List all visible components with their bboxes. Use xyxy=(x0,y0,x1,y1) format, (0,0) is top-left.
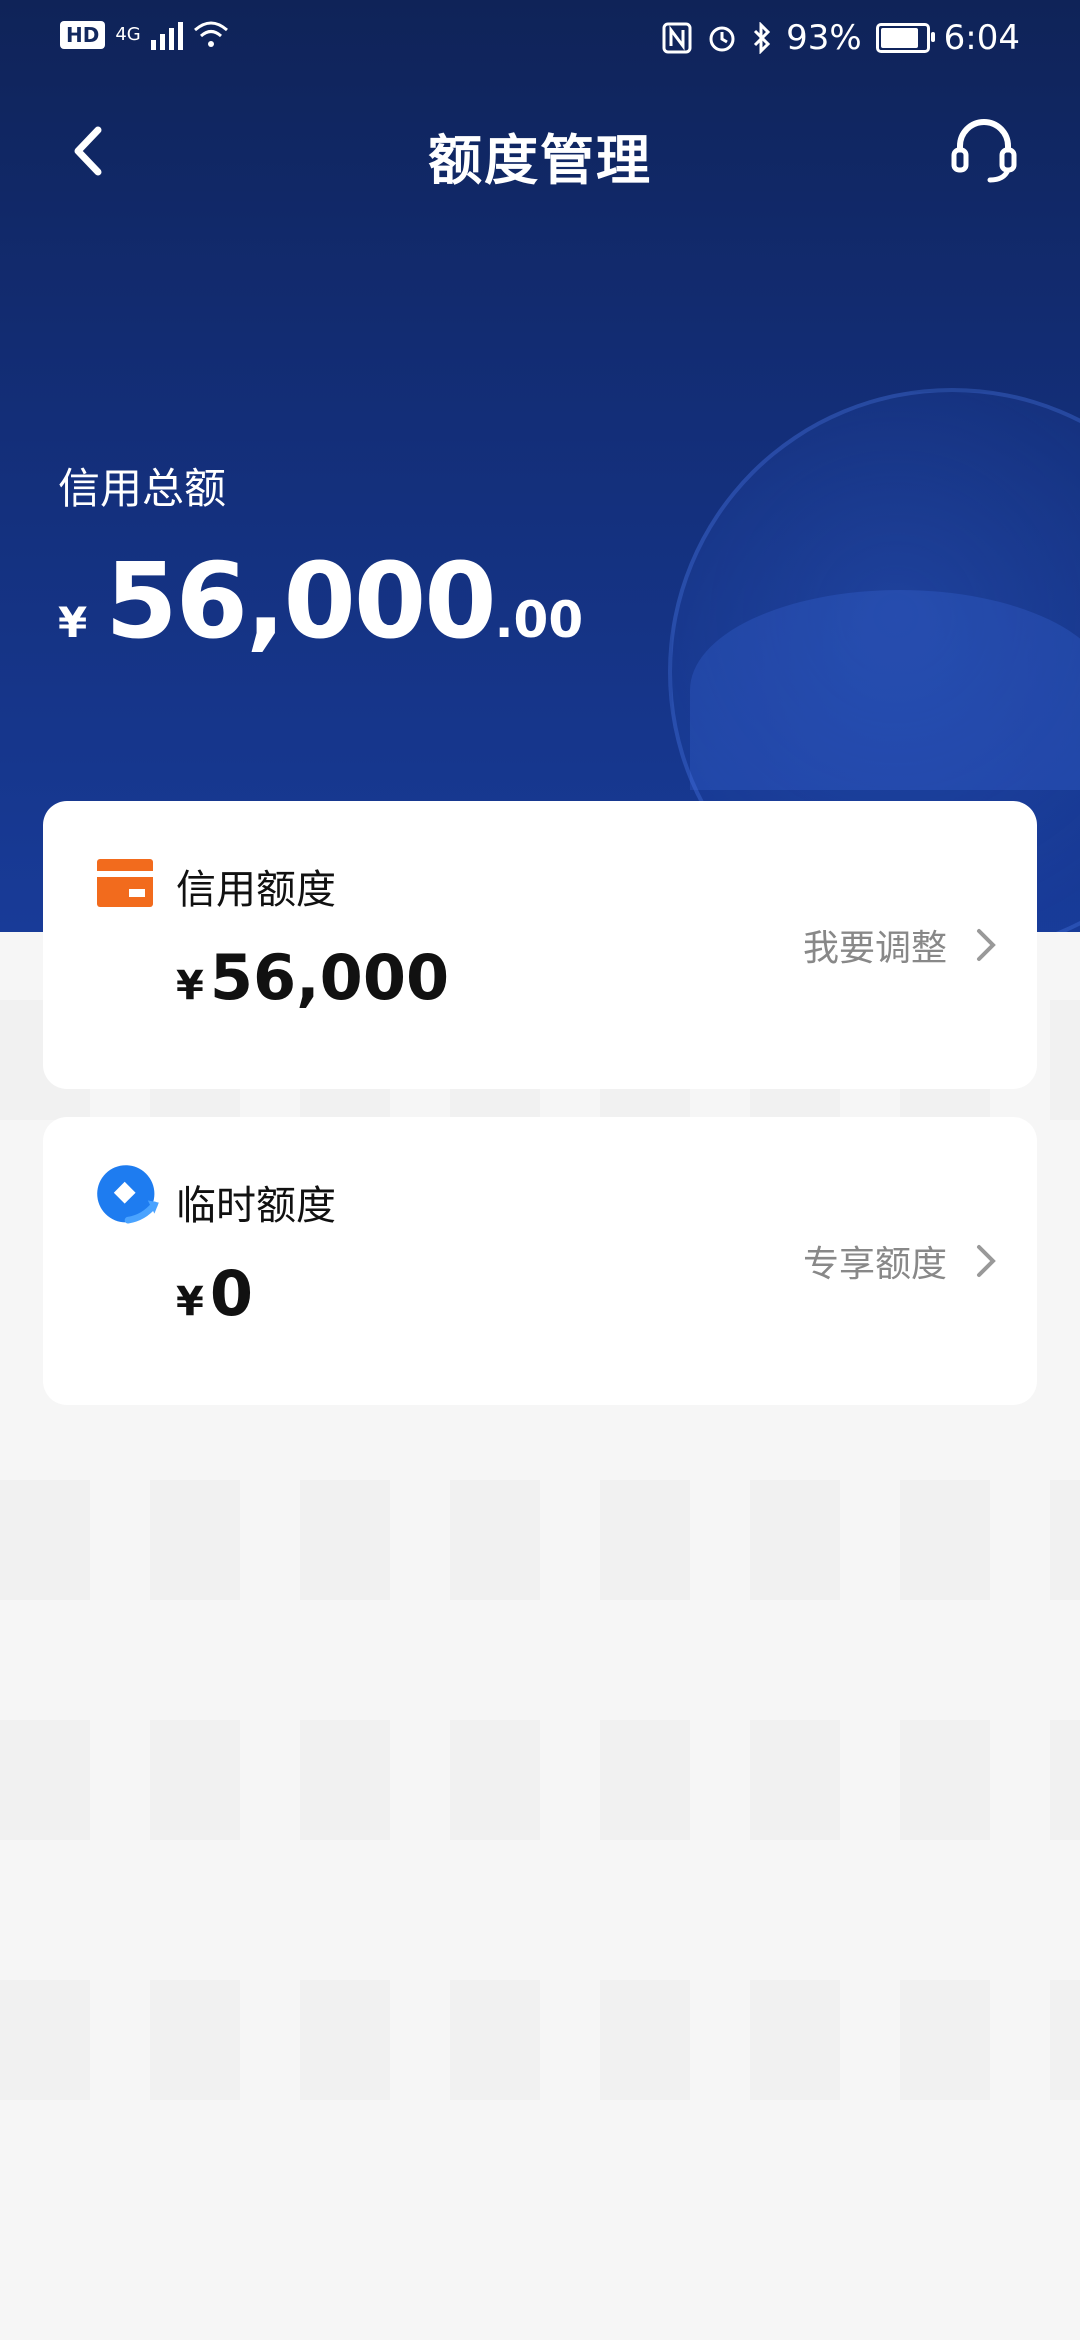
chevron-right-icon xyxy=(977,1245,996,1277)
clock: 6:04 xyxy=(943,18,1020,58)
decorative-wave xyxy=(690,590,1080,790)
total-credit-amount: ¥ 56,000 .00 xyxy=(58,540,583,662)
battery-percent: 93% xyxy=(786,18,862,58)
credit-limit-title: 信用额度 xyxy=(176,867,336,913)
nfc-icon xyxy=(662,22,692,54)
hd-badge: HD xyxy=(60,21,106,49)
currency-symbol: ¥ xyxy=(176,963,204,1009)
currency-symbol: ¥ xyxy=(176,1279,204,1325)
nav-bar: 额度管理 xyxy=(0,110,1080,192)
chevron-right-icon xyxy=(977,929,996,961)
watermark-band xyxy=(0,1720,1080,1840)
battery-level xyxy=(880,28,918,48)
wifi-icon xyxy=(193,21,228,47)
adjust-limit-link[interactable]: 我要调整 xyxy=(803,919,997,971)
status-bar: HD 4G 93% 6:04 xyxy=(0,0,1080,80)
customer-service-button[interactable] xyxy=(948,114,1020,186)
headset-icon xyxy=(951,119,1017,183)
exclusive-limit-link[interactable]: 专享额度 xyxy=(803,1235,997,1287)
temporary-limit-value: 0 xyxy=(209,1257,253,1330)
adjust-limit-label: 我要调整 xyxy=(802,928,947,969)
alarm-icon xyxy=(709,26,735,52)
credit-card-icon xyxy=(97,859,153,907)
credit-limit-value: 56,000 xyxy=(209,941,450,1014)
signal-icon xyxy=(150,20,183,50)
watermark-band xyxy=(0,1980,1080,2100)
credit-limit-amount: ¥ 56,000 xyxy=(176,941,449,1014)
credit-limit-card[interactable]: 信用额度 ¥ 56,000 我要调整 xyxy=(43,801,1037,1089)
exclusive-limit-label: 专享额度 xyxy=(802,1244,947,1285)
temporary-limit-card[interactable]: 临时额度 ¥ 0 专享额度 xyxy=(43,1117,1037,1405)
battery-icon xyxy=(875,23,935,53)
watermark-band xyxy=(0,1480,1080,1600)
total-amount-decimal: .00 xyxy=(494,591,584,649)
page-title: 额度管理 xyxy=(428,129,652,192)
temporary-limit-title: 临时额度 xyxy=(176,1183,336,1229)
temporary-limit-amount: ¥ 0 xyxy=(176,1257,253,1330)
currency-symbol: ¥ xyxy=(58,598,88,647)
network-type: 4G xyxy=(115,24,141,45)
total-amount-integer: 56,000 xyxy=(105,540,496,662)
temporary-limit-icon xyxy=(97,1165,159,1224)
bluetooth-icon xyxy=(754,22,771,54)
total-credit-label: 信用总额 xyxy=(58,464,227,513)
